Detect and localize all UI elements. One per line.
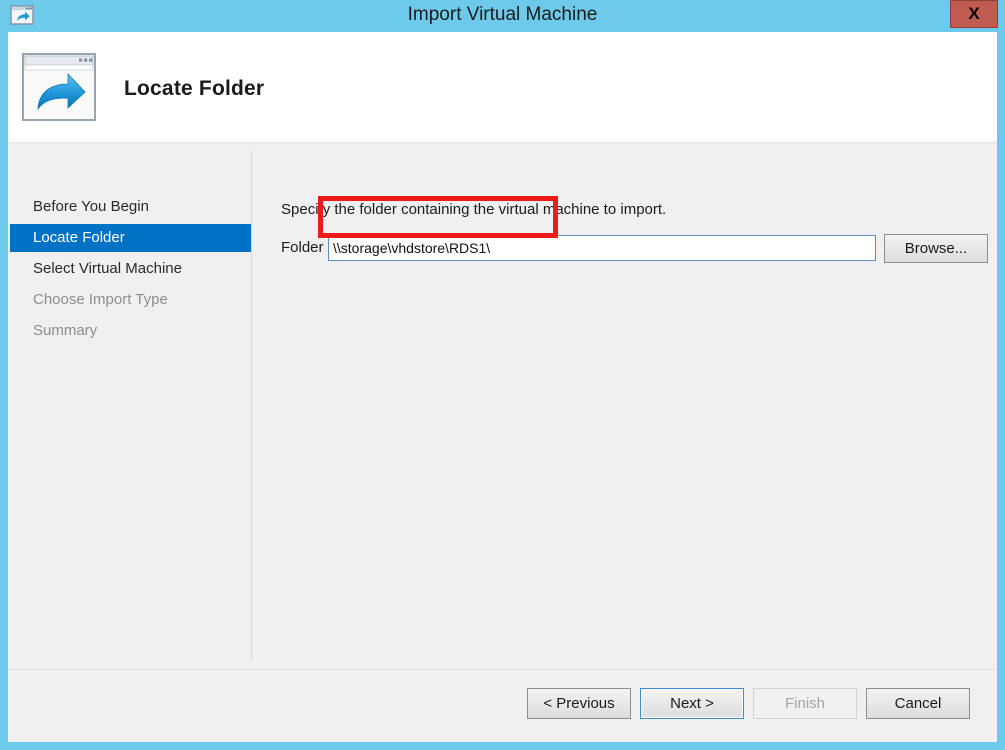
sidebar-item-choose-import-type[interactable]: Choose Import Type — [10, 286, 251, 314]
dialog-content: Locate Folder Before You Begin Locate Fo… — [8, 32, 997, 742]
cancel-button[interactable]: Cancel — [866, 688, 970, 719]
folder-path-input[interactable] — [328, 235, 876, 261]
close-button[interactable]: X — [950, 0, 998, 28]
finish-button: Finish — [753, 688, 857, 719]
folder-field-label: Folder — [281, 239, 324, 256]
sidebar-item-summary[interactable]: Summary — [10, 317, 251, 345]
previous-button[interactable]: < Previous — [527, 688, 631, 719]
sidebar-item-before-you-begin[interactable]: Before You Begin — [10, 193, 251, 221]
wizard-footer: < Previous Next > Finish Cancel — [8, 669, 997, 742]
window-export-arrow-icon — [21, 52, 97, 122]
sidebar-item-select-virtual-machine[interactable]: Select Virtual Machine — [10, 255, 251, 283]
sidebar-item-locate-folder[interactable]: Locate Folder — [10, 224, 251, 252]
import-virtual-machine-window: Import Virtual Machine X Locate Folder B… — [0, 0, 1005, 750]
content-pane: Specify the folder containing the virtua… — [252, 143, 997, 669]
window-title: Import Virtual Machine — [407, 4, 598, 25]
title-bar: Import Virtual Machine X — [0, 0, 1005, 32]
next-button[interactable]: Next > — [640, 688, 744, 719]
browse-button[interactable]: Browse... — [884, 234, 988, 263]
wizard-step-list: Before You Begin Locate Folder Select Vi… — [8, 143, 251, 669]
wizard-body: Before You Begin Locate Folder Select Vi… — [8, 143, 997, 669]
wizard-header: Locate Folder — [8, 32, 997, 143]
instruction-text: Specify the folder containing the virtua… — [281, 201, 667, 218]
page-title: Locate Folder — [124, 77, 265, 100]
